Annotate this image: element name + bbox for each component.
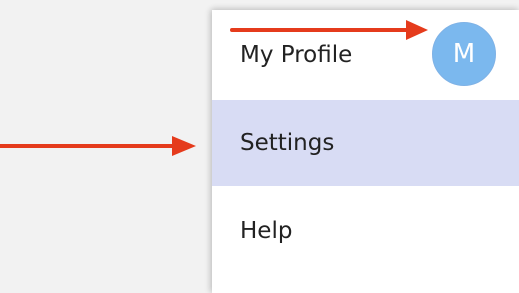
arrow-right-icon bbox=[230, 20, 428, 40]
menu-item-settings[interactable]: Settings bbox=[212, 100, 519, 186]
menu-item-help[interactable]: Help bbox=[212, 186, 519, 276]
avatar[interactable]: M bbox=[432, 22, 496, 86]
menu-item-label: My Profile bbox=[240, 42, 353, 68]
menu-item-label: Help bbox=[240, 218, 293, 244]
menu-item-label: Settings bbox=[240, 130, 335, 156]
avatar-initial: M bbox=[452, 39, 476, 69]
arrow-right-icon bbox=[0, 136, 196, 156]
